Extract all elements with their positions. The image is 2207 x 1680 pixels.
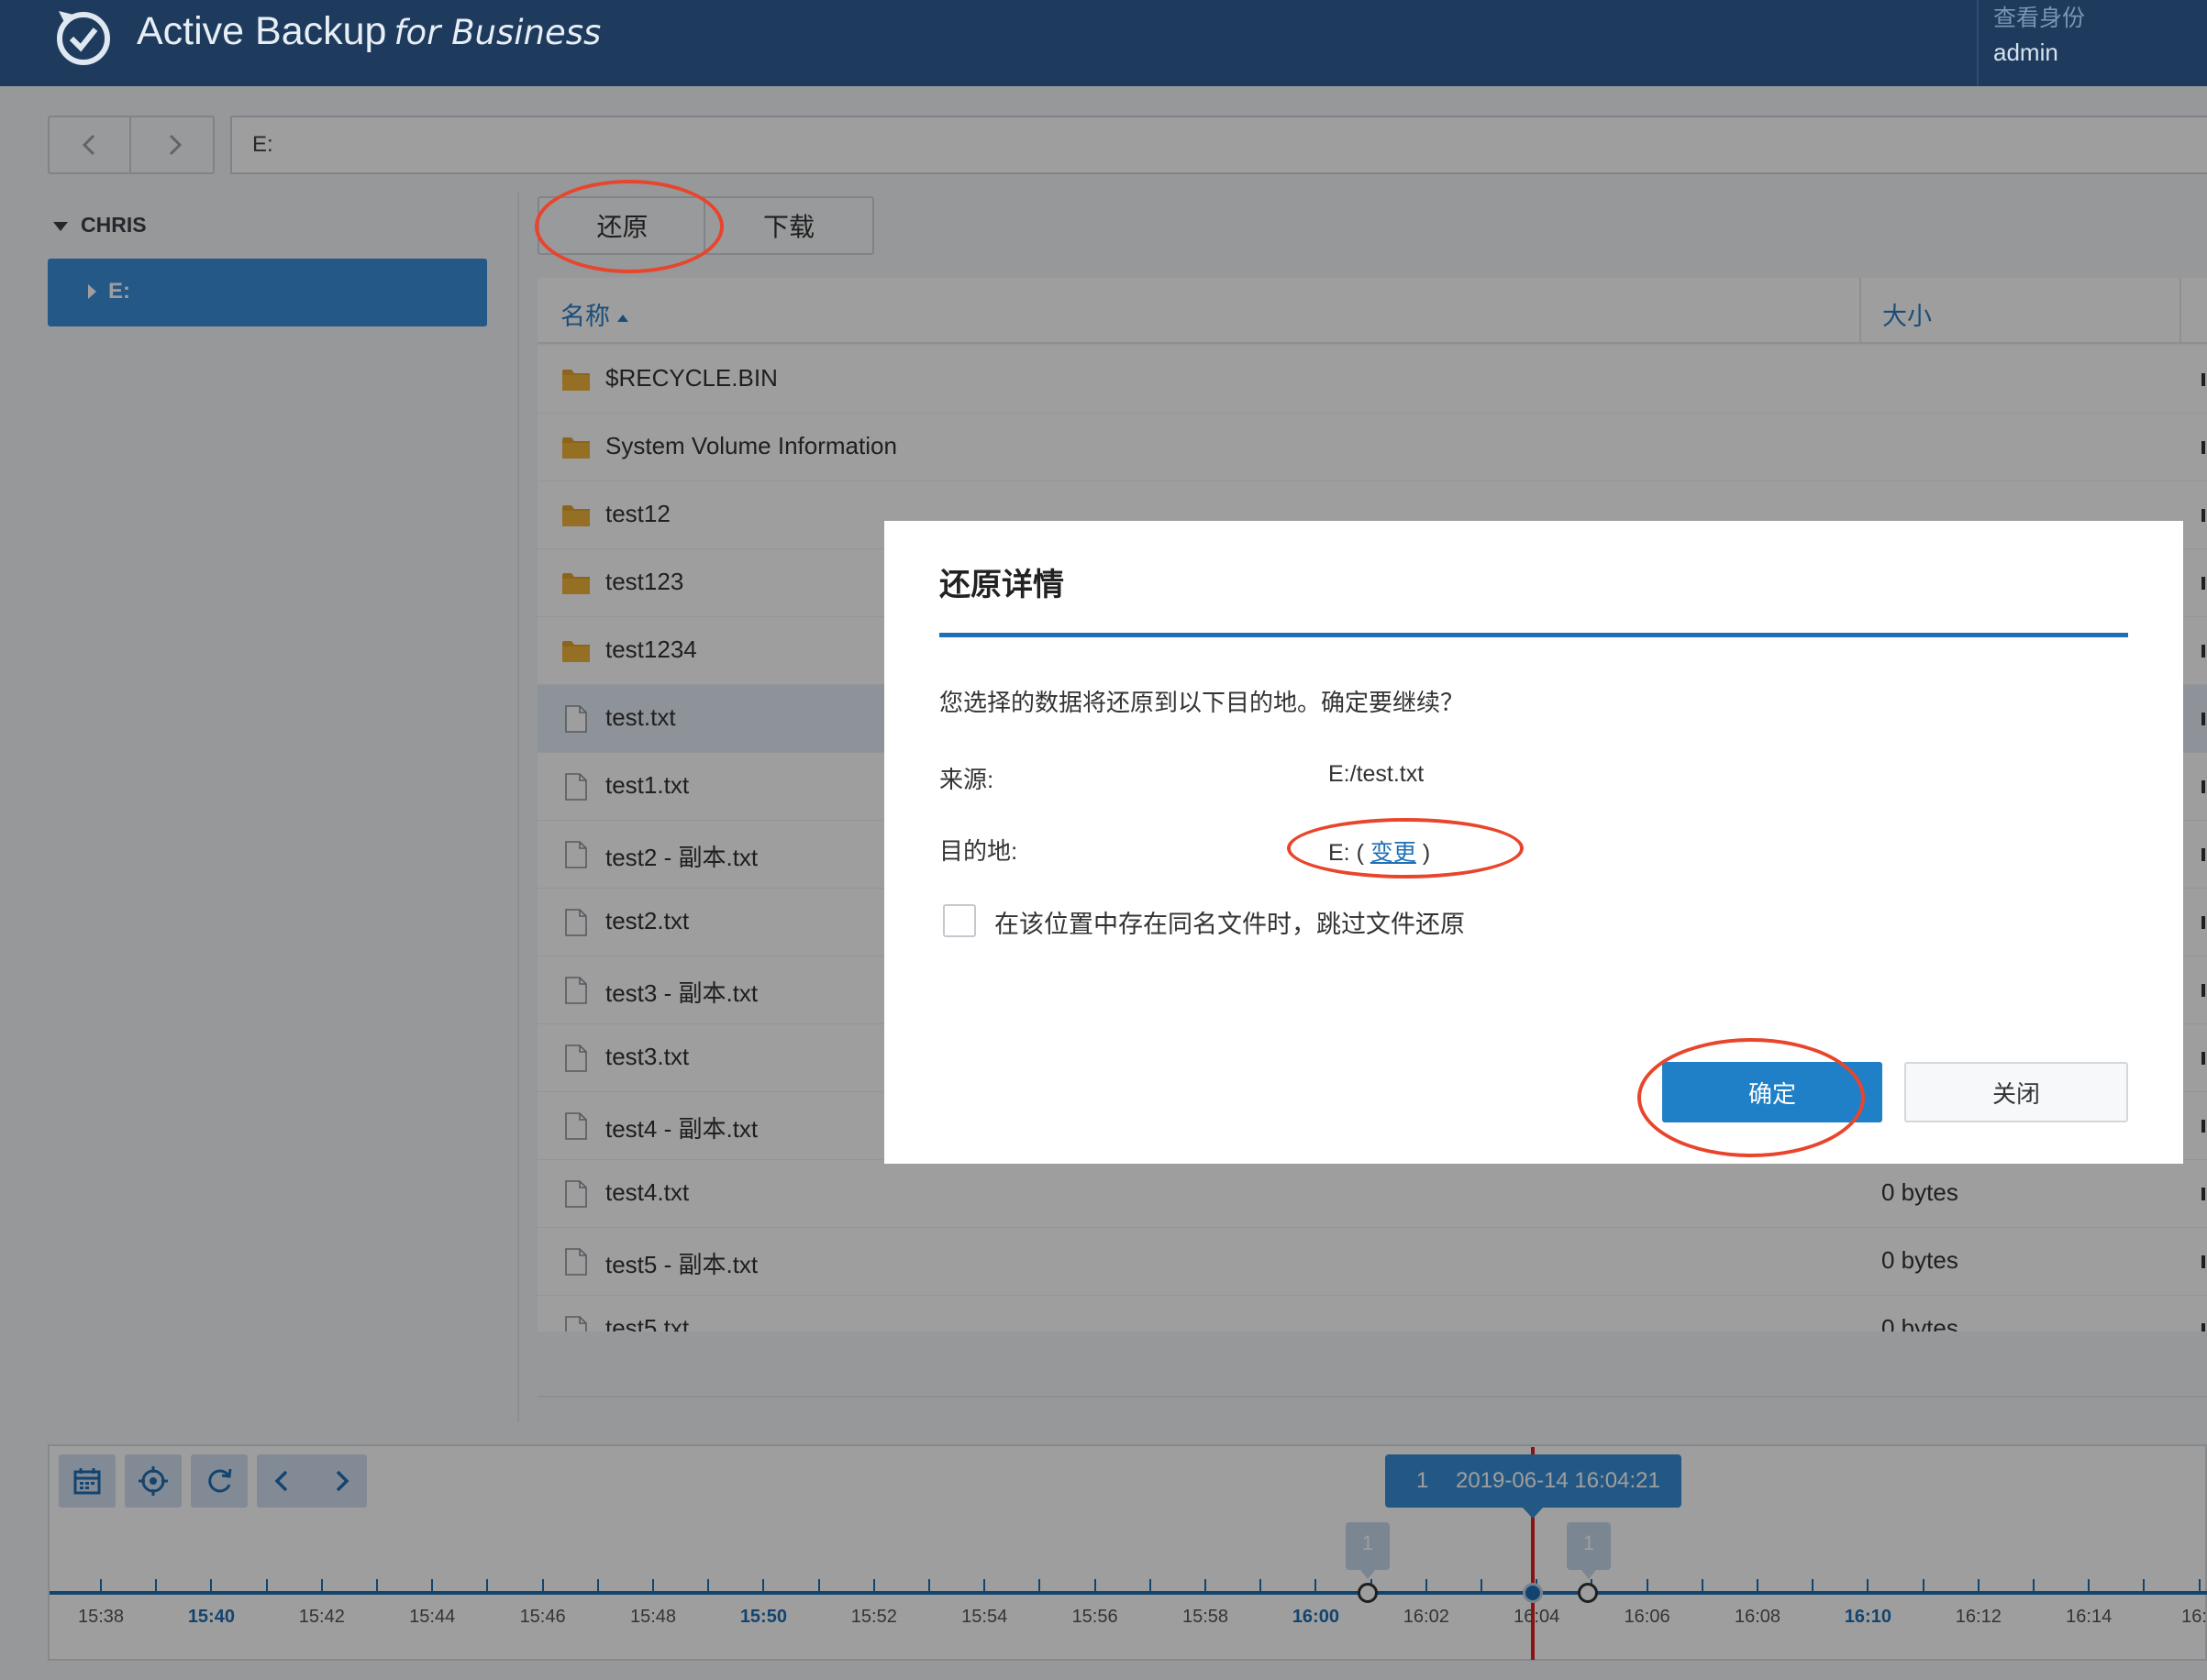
user-name[interactable]: admin — [1993, 39, 2058, 67]
source-value: E:/test.txt — [1328, 761, 1425, 787]
annotation-circle-restore — [535, 180, 724, 273]
restore-details-dialog: 还原详情 您选择的数据将还原到以下目的地。确定要继续？ 来源: E:/test.… — [884, 521, 2183, 1164]
annotation-circle-confirm — [1637, 1038, 1865, 1157]
source-label: 来源: — [939, 766, 994, 793]
skip-existing-label[interactable]: 在该位置中存在同名文件时，跳过文件还原 — [994, 904, 1465, 940]
annotation-circle-destination — [1287, 818, 1524, 879]
app-title: Active Backup for Business — [137, 9, 602, 53]
backup-logo-icon — [57, 11, 110, 65]
dialog-message: 您选择的数据将还原到以下目的地。确定要继续？ — [939, 689, 1465, 716]
title-underline — [939, 633, 2128, 637]
destination-label: 目的地: — [939, 837, 1018, 865]
skip-existing-checkbox[interactable] — [943, 904, 976, 937]
view-identity-label[interactable]: 查看身份 — [1993, 0, 2085, 33]
close-button[interactable]: 关闭 — [1904, 1062, 2128, 1122]
header-divider — [1977, 0, 1979, 86]
dialog-title: 还原详情 — [939, 568, 1064, 602]
app-header: Active Backup for Business 查看身份 admin — [0, 0, 2207, 86]
